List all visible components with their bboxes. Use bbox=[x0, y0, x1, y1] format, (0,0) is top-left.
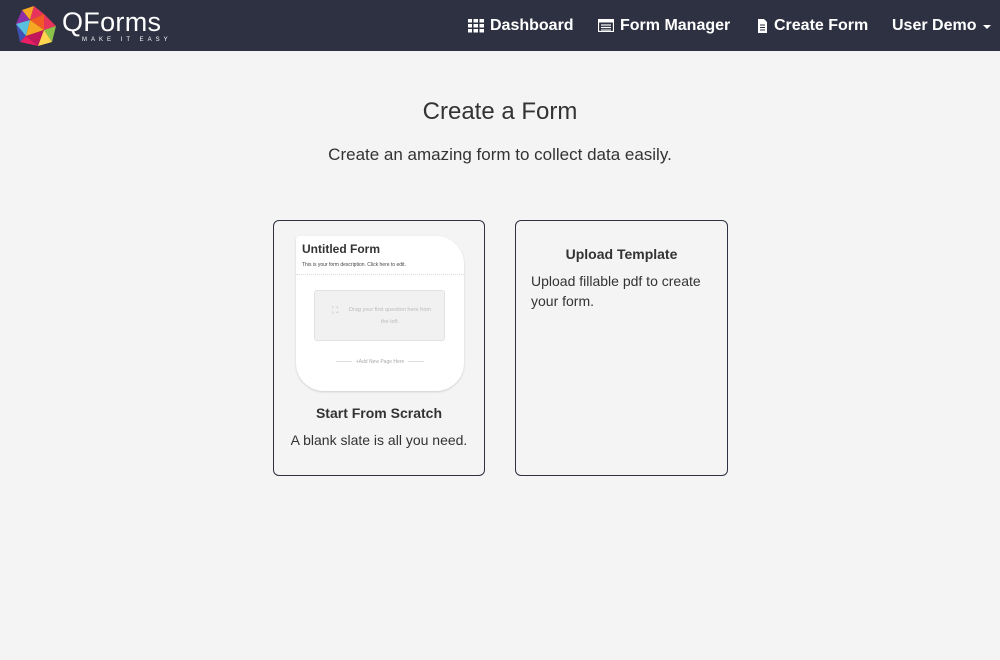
caret-down-icon bbox=[983, 24, 992, 29]
preview-divider bbox=[296, 274, 464, 275]
expand-icon: ⛶ bbox=[332, 305, 339, 315]
page-subtitle: Create an amazing form to collect data e… bbox=[328, 145, 672, 164]
nav-user-menu[interactable]: User Demo bbox=[892, 0, 992, 51]
nav-dashboard-label: Dashboard bbox=[490, 16, 574, 34]
brand-name: QForms bbox=[62, 7, 162, 37]
start-from-scratch-card[interactable]: Untitled Form This is your form descript… bbox=[273, 220, 485, 476]
nav-user-label: User Demo bbox=[892, 16, 977, 34]
scratch-card-title: Start From Scratch bbox=[315, 405, 443, 421]
document-icon bbox=[757, 18, 768, 33]
upload-card-title: Upload Template bbox=[565, 246, 678, 262]
upload-card-description: Upload fillable pdf to create your form. bbox=[531, 273, 701, 309]
preview-drop-text: Drag your first question here from the l… bbox=[349, 307, 431, 325]
list-icon bbox=[598, 19, 614, 32]
blank-form-preview: Untitled Form This is your form descript… bbox=[296, 236, 464, 391]
brand-logo-link[interactable]: QForms MAKE IT EASY bbox=[14, 4, 172, 48]
nav-dashboard[interactable]: Dashboard bbox=[468, 0, 574, 51]
nav-form-manager[interactable]: Form Manager bbox=[598, 0, 730, 51]
nav-create-form-label: Create Form bbox=[774, 16, 869, 34]
scratch-card-description: A blank slate is all you need. bbox=[290, 432, 468, 448]
nav-create-form[interactable]: Create Form bbox=[757, 0, 868, 51]
grid-icon bbox=[468, 18, 484, 33]
preview-form-description: This is your form description. Click her… bbox=[302, 262, 406, 268]
preview-add-page: +Add New Page Here bbox=[296, 359, 464, 365]
upload-template-card[interactable]: Upload Template Upload fillable pdf to c… bbox=[515, 220, 728, 476]
top-navbar: QForms MAKE IT EASY Dashboard Form Manag… bbox=[0, 0, 1000, 51]
nav-form-manager-label: Form Manager bbox=[620, 16, 731, 34]
page-title: Create a Form bbox=[422, 98, 578, 125]
preview-form-title: Untitled Form bbox=[302, 242, 380, 256]
qforms-logo-icon bbox=[16, 6, 56, 46]
preview-drop-zone: ⛶ Drag your first question here from the… bbox=[314, 290, 445, 341]
brand-tagline: MAKE IT EASY bbox=[82, 37, 172, 43]
